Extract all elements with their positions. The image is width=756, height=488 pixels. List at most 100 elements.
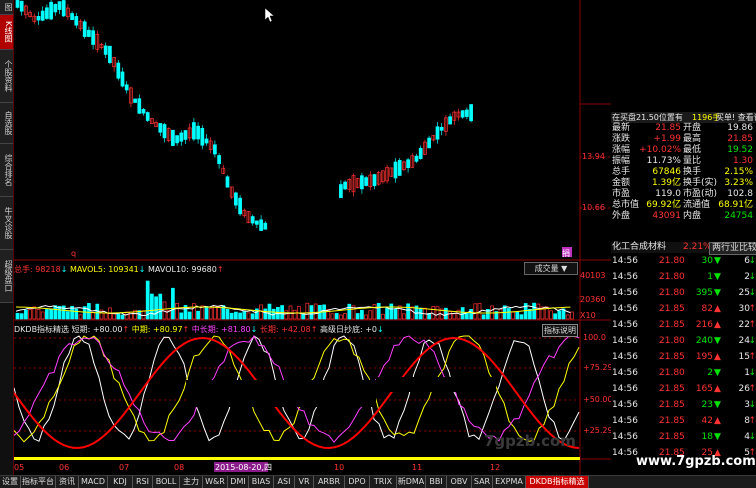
nav-item-orderbook[interactable]: 超级盘口 xyxy=(0,250,13,303)
tab-12[interactable]: VR xyxy=(295,476,314,488)
nav-item-chart[interactable]: 图 xyxy=(0,0,13,15)
trade-time: 14:56 xyxy=(612,304,638,314)
trade-volume: 240 xyxy=(695,336,713,346)
tab-18[interactable]: OBV xyxy=(447,476,472,488)
arrow-down-icon: ▼ xyxy=(714,432,721,442)
tab-4[interactable]: KDJ xyxy=(108,476,133,488)
tab-6[interactable]: BOLL xyxy=(153,476,180,488)
indicator-select-dropdown[interactable]: 成交量 ▼ xyxy=(524,262,578,275)
trade-row: 14:56 21.80 240 ▼ 24 ↓ xyxy=(611,335,756,347)
arrow-down-icon: ↓ xyxy=(748,288,756,298)
tab-9[interactable]: DMI xyxy=(228,476,249,488)
tab-7[interactable]: 主力 xyxy=(180,476,203,488)
trade-time: 14:56 xyxy=(612,320,638,330)
indicator-long: 长期: +42.08 xyxy=(259,325,311,334)
trade-price: 21.85 xyxy=(659,320,685,330)
trade-time: 14:56 xyxy=(612,400,638,410)
trade-volume: 1 xyxy=(707,272,713,282)
arrow-down-icon: ▼ xyxy=(714,400,721,410)
arrow-up-icon: ↑ xyxy=(748,384,756,394)
quote-value: 69.92亿 xyxy=(646,200,681,210)
quote-row: 市盈 119.0 市盈(动) 102.8 xyxy=(611,189,756,200)
nav-item-profile[interactable]: 个股资料 xyxy=(0,50,13,103)
nav-item-watchlist[interactable]: 自选股 xyxy=(0,103,13,144)
trade-price: 21.80 xyxy=(659,288,685,298)
trade-row: 14:56 21.80 395 ▼ 25 ↓ xyxy=(611,287,756,299)
tab-10[interactable]: BIAS xyxy=(249,476,274,488)
nav-item-kline[interactable]: K线图 xyxy=(0,15,13,50)
tab-21[interactable]: DKDB指标精选 xyxy=(526,476,589,488)
indicator-mid: 中期: +80.97 xyxy=(131,325,183,334)
arrow-down-icon: ▼ xyxy=(714,368,721,378)
quote-label: 振幅 xyxy=(612,156,631,166)
quote-label: 换手(实) xyxy=(683,178,718,188)
quote-value: 1.30 xyxy=(732,156,753,166)
quote-value: 3.23% xyxy=(724,178,753,188)
date-axis-label: 08 xyxy=(174,463,184,472)
quote-label: 内盘 xyxy=(683,211,702,221)
watermark: www.7gpzb.com xyxy=(636,454,756,469)
tab-19[interactable]: SAR xyxy=(472,476,493,488)
date-axis-label: 10 xyxy=(334,463,344,472)
tab-3[interactable]: MACD xyxy=(79,476,108,488)
tab-20[interactable]: EXPMA xyxy=(493,476,526,488)
nav-item-diagnosis[interactable]: 牛叉诊股 xyxy=(0,197,13,250)
nav-item-ranking[interactable]: 综合排名 xyxy=(0,144,13,197)
quote-value: 21.85 xyxy=(727,134,753,144)
tab-17[interactable]: BBI xyxy=(426,476,447,488)
indicator-header: DKDB指标精选 短期: +80.00↑ 中期: +80.97↑ 中长期: +8… xyxy=(14,325,384,334)
trade-time: 14:56 xyxy=(612,448,638,458)
stock-chart[interactable]: 13.94 10.66 q 捐 40103 20360 X10 100.0 +7… xyxy=(14,0,611,475)
arrow-down-icon: ▼ xyxy=(714,256,721,266)
quote-label: 外盘 xyxy=(612,211,631,221)
quote-label: 最高 xyxy=(683,134,702,144)
quote-value: 21.85 xyxy=(655,123,681,133)
indicator-axis-label: +50.00 xyxy=(583,395,611,404)
trade-price: 21.80 xyxy=(659,336,685,346)
quote-label: 总手 xyxy=(612,167,631,177)
quote-label: 市盈 xyxy=(612,189,631,199)
tab-16[interactable]: 新DMA xyxy=(397,476,426,488)
quote-row: 总手 67846 换手 2.15% xyxy=(611,167,756,178)
trade-volume: 82 xyxy=(701,304,713,314)
arrow-up-icon: ▲ xyxy=(714,384,721,394)
indicator-help-button[interactable]: 指标说明 xyxy=(542,324,578,337)
trade-price: 21.85 xyxy=(659,352,685,362)
price-axis-label: 10.66 xyxy=(582,203,605,212)
tab-14[interactable]: DPO xyxy=(345,476,370,488)
indicator-axis-label: 100.0 xyxy=(583,333,606,342)
trade-row: 14:56 21.85 82 ▲ 30 ↑ xyxy=(611,303,756,315)
tab-11[interactable]: ASI xyxy=(274,476,295,488)
quote-row: 最新 21.85 开盘 19.86 xyxy=(611,123,756,134)
sector-compare-button[interactable]: 两行业比较 xyxy=(709,242,756,255)
volume-header: 总手: 98218↓ MAVOL5: 109341↓ MAVOL10: 9968… xyxy=(14,265,224,274)
tab-0[interactable]: 设置 xyxy=(0,476,21,488)
arrow-down-icon: ▼ xyxy=(714,272,721,282)
trade-volume: 216 xyxy=(695,320,713,330)
quote-header: 在买盘21.50位置有 1196手 买单! 查看详细 xyxy=(611,112,756,123)
tab-2[interactable]: 资讯 xyxy=(56,476,79,488)
view-detail-link[interactable]: 买单! 查看详细 xyxy=(716,112,756,123)
volume-axis-label: 20360 xyxy=(580,295,605,304)
quote-label: 金额 xyxy=(612,178,631,188)
quote-row: 振幅 11.73% 量比 1.30 xyxy=(611,156,756,167)
quote-label: 量比 xyxy=(683,156,702,166)
quote-value: 67846 xyxy=(652,167,681,177)
trade-volume: 395 xyxy=(695,288,713,298)
indicator-axis-label: +75.29 xyxy=(583,363,611,372)
trade-price: 21.85 xyxy=(659,384,685,394)
quote-row: 外盘 43091 内盘 24754 xyxy=(611,211,756,222)
arrow-down-icon: ↓ xyxy=(748,256,756,266)
marker-q: q xyxy=(71,249,76,258)
tab-13[interactable]: ARBR xyxy=(314,476,345,488)
tab-15[interactable]: TRIX xyxy=(370,476,397,488)
tab-8[interactable]: W&R xyxy=(203,476,228,488)
tab-1[interactable]: 指标平台 xyxy=(21,476,56,488)
quote-value: 1.39亿 xyxy=(651,178,681,188)
left-nav: 图 K线图 个股资料 自选股 综合排名 牛叉诊股 超级盘口 xyxy=(0,0,14,487)
arrow-down-icon: ↓ xyxy=(748,272,756,282)
mavol10-value: MAVOL10: 99680 xyxy=(148,265,217,274)
trade-volume: 18 xyxy=(701,432,713,442)
tab-5[interactable]: RSI xyxy=(133,476,153,488)
mouse-cursor-icon xyxy=(265,8,275,22)
